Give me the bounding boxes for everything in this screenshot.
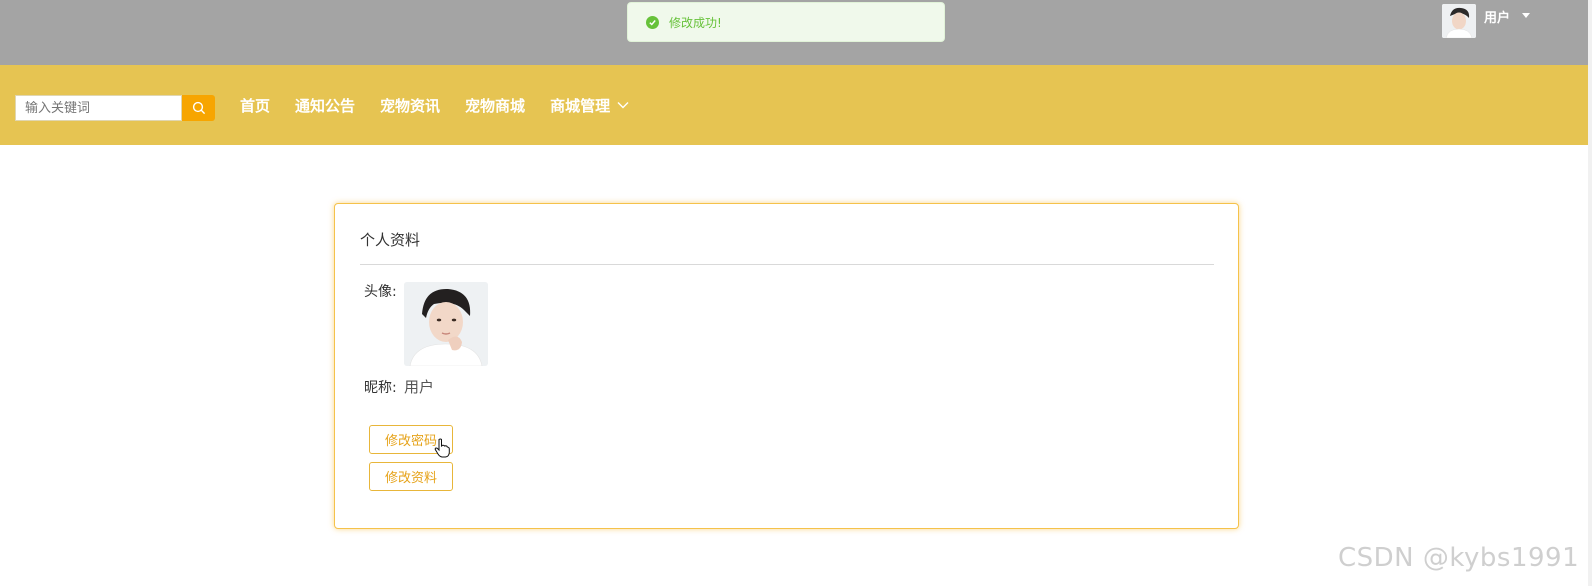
card-title: 个人资料 [360, 231, 421, 249]
chevron-down-icon[interactable] [617, 101, 629, 109]
hand-cursor-icon [434, 438, 450, 458]
toast-message: 修改成功! [669, 15, 722, 30]
watermark: CSDN @kybs1991 [1338, 543, 1580, 573]
nickname-label: 昵称: [364, 380, 397, 396]
avatar-label: 头像: [364, 284, 397, 300]
success-toast: 修改成功! [627, 2, 945, 42]
caret-down-icon[interactable] [1522, 13, 1531, 18]
card-divider [360, 264, 1214, 265]
search-button[interactable] [182, 95, 215, 121]
profile-avatar [404, 282, 488, 366]
scrollbar[interactable] [1588, 0, 1592, 586]
nav-item-mall-management[interactable]: 商城管理 [550, 95, 629, 116]
profile-card: 个人资料 头像: 昵称: 用户 修改密码 修改资料 [334, 203, 1239, 529]
search-input[interactable] [25, 100, 175, 116]
nickname-value: 用户 [404, 378, 435, 396]
main-nav: 首页 通知公告 宠物资讯 宠物商城 商城管理 [240, 65, 654, 145]
nav-item-home[interactable]: 首页 [240, 95, 270, 116]
edit-profile-button[interactable]: 修改资料 [369, 462, 453, 491]
user-name[interactable]: 用户 [1484, 7, 1510, 26]
search-box [15, 95, 182, 121]
nav-item-notices[interactable]: 通知公告 [295, 95, 355, 116]
nav-bar: 首页 通知公告 宠物资讯 宠物商城 商城管理 [0, 65, 1588, 145]
nav-item-pet-mall[interactable]: 宠物商城 [465, 95, 525, 116]
search-icon [192, 101, 205, 115]
nav-item-pet-news[interactable]: 宠物资讯 [380, 95, 440, 116]
user-avatar[interactable] [1442, 4, 1476, 38]
user-menu[interactable]: 用户 [1442, 4, 1531, 38]
check-circle-icon [646, 15, 659, 29]
nav-item-mall-management-label[interactable]: 商城管理 [550, 95, 610, 116]
